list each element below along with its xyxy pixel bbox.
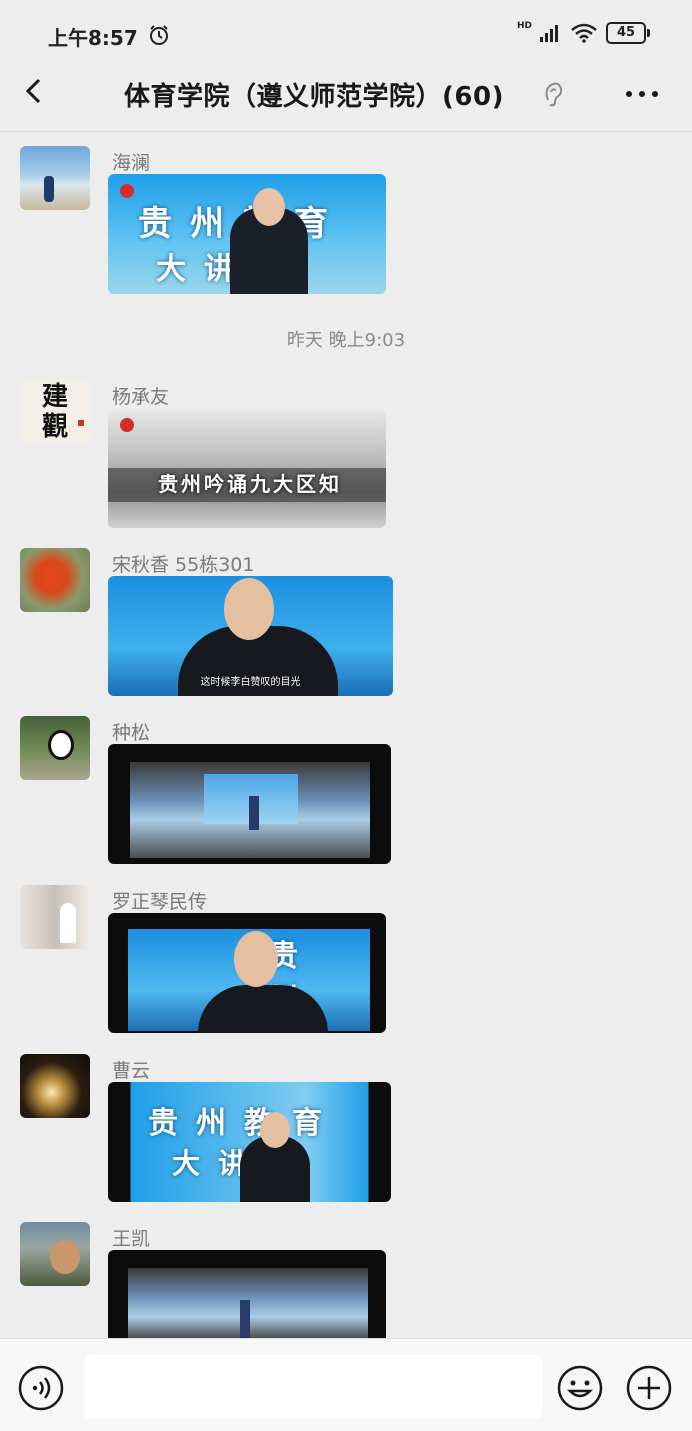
message-input[interactable] (84, 1355, 542, 1419)
voice-input-icon[interactable] (18, 1365, 64, 1411)
back-icon[interactable] (20, 76, 50, 106)
sender-name: 曹云 (112, 1060, 151, 1082)
avatar[interactable] (20, 1222, 90, 1286)
avatar[interactable] (20, 548, 90, 612)
video-caption: 这时候李白赞叹的目光 (200, 677, 301, 688)
video-message[interactable]: 贵 州 (108, 913, 386, 1033)
chat-header: 体育学院（遵义师范学院）(60) (0, 62, 692, 130)
sender-name: 杨承友 (112, 386, 170, 408)
plus-icon[interactable] (626, 1365, 672, 1411)
sender-name: 王凯 (112, 1228, 151, 1250)
video-title: 贵州吟诵九大区知 (158, 472, 342, 496)
status-time: 上午8:57 (48, 26, 138, 50)
wifi-icon (571, 23, 597, 43)
network-type-label: HD (516, 20, 532, 31)
sender-name: 罗正琴民传 (112, 891, 208, 913)
alarm-icon (150, 25, 168, 45)
avatar[interactable] (20, 146, 90, 210)
video-message[interactable]: 这时候李白赞叹的目光 (108, 576, 393, 696)
more-icon[interactable] (624, 82, 660, 106)
video-message[interactable]: 贵州吟诵九大区知 (108, 408, 386, 528)
chat-title: 体育学院（遵义师范学院）(60) (124, 82, 504, 112)
video-title: 贵州教育 (148, 1106, 340, 1141)
video-message[interactable]: 贵州教育 大讲 (108, 1082, 391, 1202)
avatar[interactable]: 建觀 (20, 380, 90, 444)
sender-name: 种松 (112, 722, 151, 744)
emoji-icon[interactable] (557, 1365, 603, 1411)
avatar-calligraphy: 建觀 (42, 382, 69, 442)
video-message[interactable]: 贵州教育 大讲 (108, 174, 386, 294)
chat-timestamp: 昨天 晚上9:03 (286, 330, 406, 351)
header-divider (0, 131, 692, 132)
avatar[interactable] (20, 885, 90, 949)
video-message[interactable] (108, 744, 391, 864)
avatar[interactable] (20, 1054, 90, 1118)
signal-icon (540, 25, 558, 42)
battery-indicator: 45 (606, 22, 650, 44)
status-bar: 上午8:57 HD 45 (0, 0, 692, 70)
video-message[interactable] (108, 1250, 386, 1338)
avatar[interactable] (20, 716, 90, 780)
earpiece-mode-icon (545, 82, 563, 107)
input-bar (0, 1338, 692, 1431)
sender-name: 海澜 (112, 152, 151, 174)
sender-name: 宋秋香 55栋301 (112, 554, 255, 576)
